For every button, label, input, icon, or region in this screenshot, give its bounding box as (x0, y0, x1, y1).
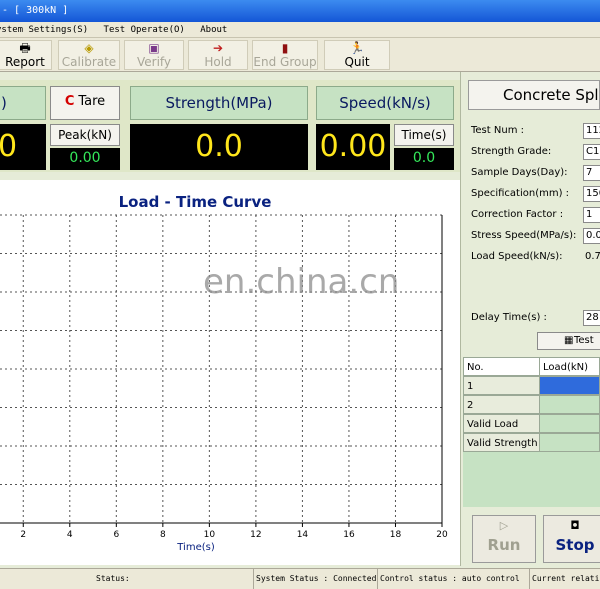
table-header-load: Load(kN) (539, 357, 600, 376)
test-icon: ▦ (564, 335, 574, 346)
running-man-icon: 🏃 (349, 41, 365, 55)
param-label-strength-grade: Strength Grade: (471, 146, 552, 157)
x-tick-label: 2 (20, 530, 26, 540)
x-tick-label: 8 (160, 530, 166, 540)
calibrate-icon: ◈ (84, 41, 94, 55)
current-relative: Current relati (532, 574, 600, 583)
specification-field[interactable]: 150 (583, 186, 600, 202)
table-cell-selected[interactable] (539, 376, 600, 395)
param-label-stress-speed: Stress Speed(MPa/s): (471, 230, 577, 241)
report-button[interactable]: 🖶 Report (0, 40, 52, 70)
x-axis-label: Time(s) (176, 542, 215, 553)
table-cell[interactable] (539, 433, 600, 452)
table-cell[interactable] (539, 395, 600, 414)
time-display: 0.0 (394, 148, 454, 170)
stop-square-icon: ◘ (570, 519, 580, 532)
table-row-label: 1 (463, 376, 540, 395)
test-button[interactable]: ▦ Test (537, 332, 600, 350)
load-time-chart: 2 4 6 8 10 12 14 16 18 20 Time(s) (0, 214, 448, 553)
param-label-delay-time: Delay Time(s) : (471, 312, 547, 323)
menu-test-operate[interactable]: Test Operate(O) (104, 25, 185, 35)
results-table: No. Load(kN) 1 2 Valid Load Valid Streng… (463, 357, 600, 507)
load-speed-value: 0.71 (585, 251, 600, 262)
run-button[interactable]: ▷ Run (472, 515, 536, 563)
peak-display: 0.00 (50, 148, 120, 170)
x-tick-label: 6 (113, 530, 119, 540)
test-type-title: Concrete Split (468, 80, 600, 110)
verify-icon: ▣ (148, 41, 160, 55)
strength-grade-field[interactable]: C15 (583, 144, 600, 160)
table-row-label: Valid Load (463, 414, 540, 433)
delay-time-field[interactable]: 28 (583, 310, 600, 326)
strength-label: Strength(MPa) (130, 86, 308, 120)
peak-label: Peak(kN) (50, 124, 120, 146)
toolbar: 🖶 Report ◈ Calibrate ▣ Verify ➔ Hold ▮ E… (0, 38, 600, 72)
x-tick-label: 12 (250, 530, 261, 540)
x-tick-label: 16 (343, 530, 355, 540)
arrow-right-icon: ➔ (212, 41, 224, 55)
stop-button[interactable]: ◘ Stop (543, 515, 600, 563)
status-text: Status: (94, 569, 254, 589)
calibrate-button[interactable]: ◈ Calibrate (58, 40, 120, 70)
table-cell[interactable] (539, 414, 600, 433)
printer-icon: 🖶 (19, 41, 31, 55)
test-num-field[interactable]: 112 (583, 123, 600, 139)
param-label-correction-factor: Correction Factor : (471, 209, 564, 220)
speed-label: Speed(kN/s) (316, 86, 454, 120)
table-row-label: Valid Strength (463, 433, 540, 452)
speed-display: 0.00 (316, 124, 390, 170)
hold-button[interactable]: ➔ Hold (188, 40, 248, 70)
table-row-label: 2 (463, 395, 540, 414)
load-label: ) (0, 86, 46, 120)
quit-button[interactable]: 🏃 Quit (324, 40, 390, 70)
title-bar: - [ 300kN ] (0, 0, 600, 22)
x-tick-label: 10 (204, 530, 216, 540)
time-label: Time(s) (394, 124, 454, 146)
control-status: Control status : auto control (378, 569, 530, 589)
param-label-specification: Specification(mm) : (471, 188, 570, 199)
refresh-icon: C (64, 94, 75, 109)
sample-days-field[interactable]: 7 (583, 165, 600, 181)
tare-button[interactable]: C Tare (50, 86, 120, 120)
play-icon: ▷ (499, 519, 509, 532)
verify-button[interactable]: ▣ Verify (124, 40, 184, 70)
system-status: System Status : Connected (254, 569, 378, 589)
table-header-no: No. (463, 357, 540, 376)
menu-bar: ystem Settings(S) Test Operate(O) About (0, 22, 600, 38)
correction-factor-field[interactable]: 1 (583, 207, 600, 223)
x-tick-label: 18 (390, 530, 402, 540)
param-label-test-num: Test Num : (471, 125, 524, 136)
x-tick-label: 4 (67, 530, 73, 540)
x-tick-label: 20 (436, 530, 448, 540)
menu-about[interactable]: About (200, 25, 227, 35)
strength-display: 0.0 (130, 124, 308, 170)
window-title: - [ 300kN ] (2, 5, 69, 16)
stress-speed-field[interactable]: 0.0 (583, 228, 600, 244)
param-label-sample-days: Sample Days(Day): (471, 167, 568, 178)
menu-system-settings[interactable]: ystem Settings(S) (0, 25, 88, 35)
status-bar: Status: System Status : Connected Contro… (0, 568, 600, 589)
watermark: en.china.cn (203, 262, 400, 302)
chart-title: Load - Time Curve (118, 193, 272, 211)
param-label-load-speed: Load Speed(kN/s): (471, 251, 563, 262)
load-display: 0 (0, 124, 46, 170)
end-group-button[interactable]: ▮ End Group (252, 40, 318, 70)
x-tick-label: 14 (297, 530, 309, 540)
stop-icon: ▮ (281, 41, 289, 55)
